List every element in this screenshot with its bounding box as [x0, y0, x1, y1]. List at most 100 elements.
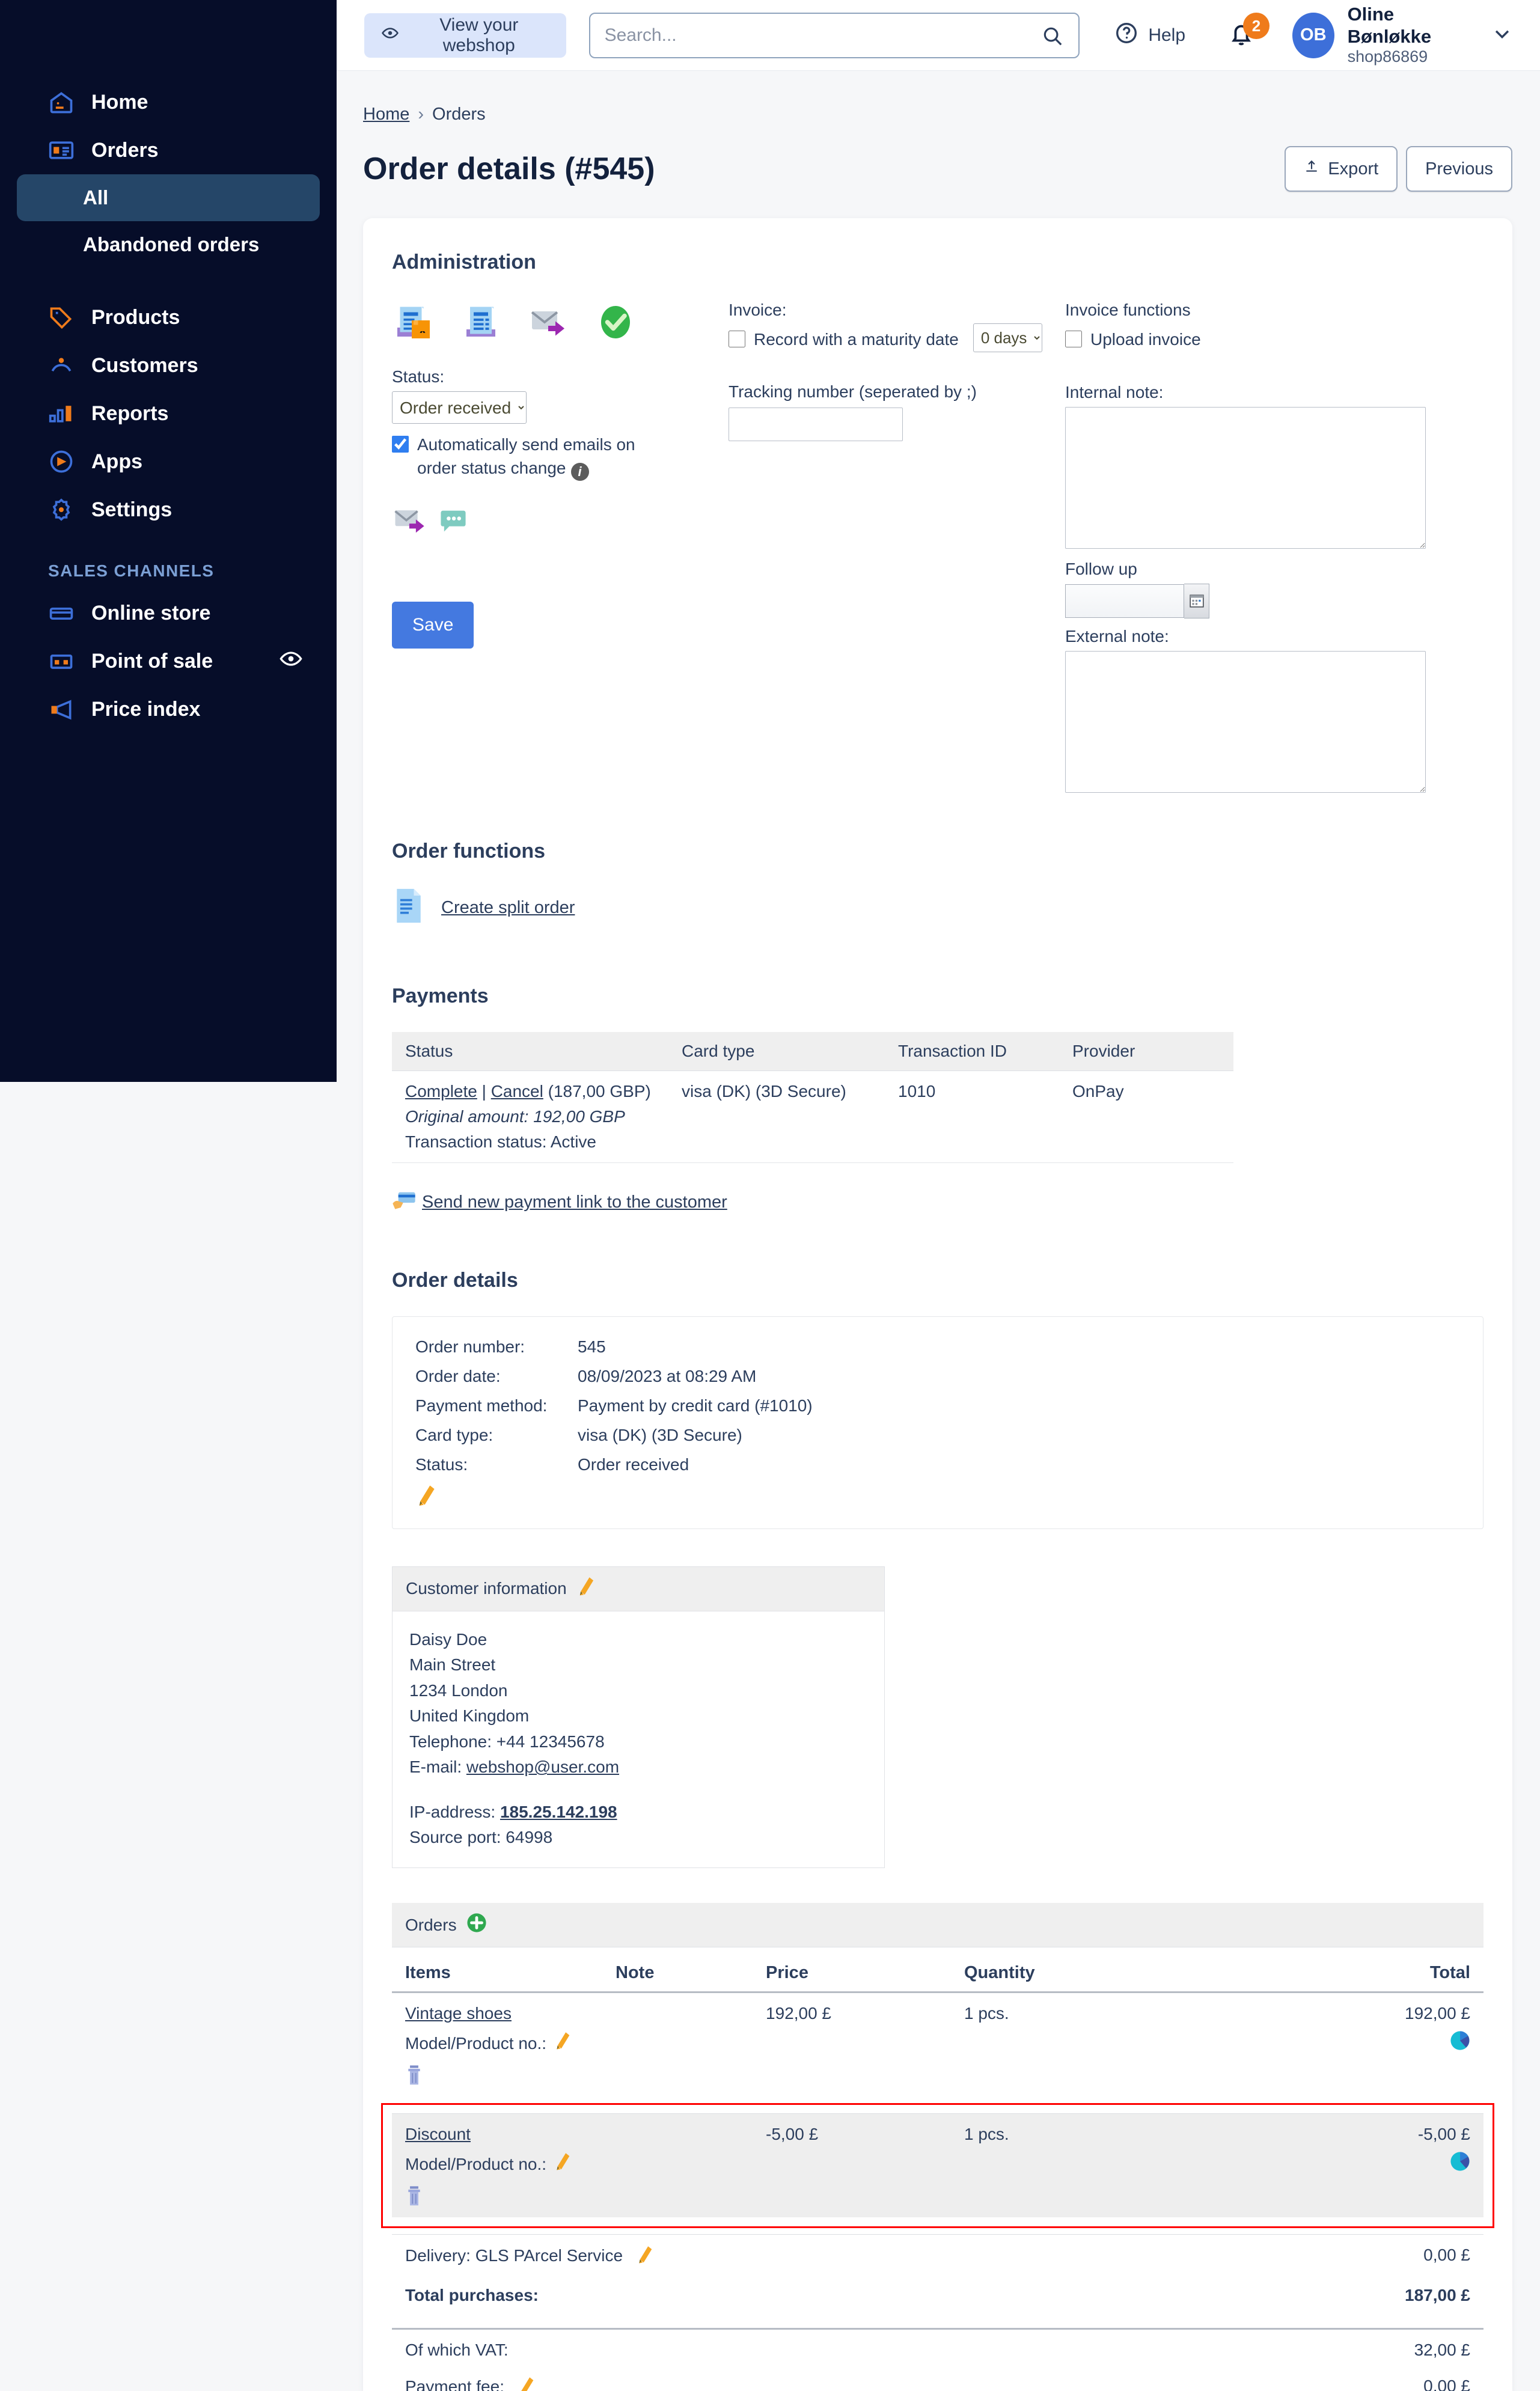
status-select[interactable]: Order received	[392, 391, 527, 424]
upload-invoice-checkbox[interactable]	[1065, 331, 1082, 347]
help-button[interactable]: Help	[1114, 21, 1185, 50]
send-payment-link[interactable]: Send new payment link to the customer	[422, 1192, 727, 1212]
sidebar-item-point-of-sale[interactable]: Point of sale	[17, 637, 320, 685]
top-bar: View your webshop Search... Help 2 OB Ol…	[337, 0, 1540, 71]
item-total-cell: -5,00 £	[1167, 2113, 1483, 2217]
administration-action-icons	[392, 301, 729, 347]
search-icon[interactable]	[1041, 25, 1064, 50]
customers-icon	[48, 352, 75, 379]
trash-icon[interactable]	[405, 2065, 426, 2089]
approve-icon[interactable]	[594, 301, 637, 347]
view-webshop-button[interactable]: View your webshop	[364, 13, 566, 58]
save-label: Save	[412, 614, 454, 635]
card-type-label: Card type:	[415, 1425, 493, 1444]
order-date-value: 08/09/2023 at 08:29 AM	[578, 1366, 757, 1385]
customer-ip-label: IP-address:	[409, 1802, 496, 1821]
sidebar-item-price-index[interactable]: Price index	[17, 685, 320, 733]
avatar[interactable]: OB	[1292, 12, 1334, 58]
sidebar-item-orders-all[interactable]: All	[17, 174, 320, 221]
internal-note-textarea[interactable]	[1065, 406, 1426, 549]
customer-information-title: Customer information	[406, 1579, 567, 1598]
follow-up-input[interactable]	[1065, 584, 1184, 618]
edit-customer-icon[interactable]	[576, 1577, 594, 1601]
packing-slip-icon[interactable]	[392, 301, 435, 347]
payments-col-transaction-id: Transaction ID	[885, 1031, 1059, 1071]
pie-chart-icon	[1450, 2152, 1470, 2171]
sidebar-item-online-store[interactable]: Online store	[17, 589, 320, 637]
delivery-row: Delivery: GLS PArcel Service 0,00 £	[392, 2235, 1483, 2276]
payments-transaction-id-cell: 1010	[885, 1070, 1059, 1163]
info-icon[interactable]: i	[570, 462, 589, 481]
sidebar-item-apps[interactable]: Apps	[17, 438, 320, 486]
complete-link[interactable]: Complete	[405, 1082, 477, 1101]
item-total-cell: 192,00 £	[1167, 1992, 1483, 2097]
calendar-icon[interactable]	[1184, 583, 1209, 618]
create-split-order-row[interactable]: Create split order	[392, 887, 1483, 929]
sidebar-item-settings[interactable]: Settings	[17, 486, 320, 534]
search-input[interactable]: Search...	[588, 12, 1080, 58]
record-maturity-row[interactable]: Record with a maturity date 0 days	[729, 323, 1065, 352]
sidebar-item-home[interactable]: Home	[17, 78, 320, 126]
edit-item-icon[interactable]	[554, 2152, 570, 2176]
cancel-link[interactable]: Cancel	[491, 1082, 543, 1101]
payment-amount: (187,00 GBP)	[548, 1081, 651, 1101]
order-number-value: 545	[578, 1337, 606, 1356]
item-name-link[interactable]: Discount	[405, 2125, 602, 2144]
payments-row: Complete | Cancel (187,00 GBP) Original …	[392, 1070, 1233, 1163]
order-items-table: Items Note Price Quantity Total Vintage …	[392, 1947, 1483, 2391]
edit-item-icon[interactable]	[554, 2032, 570, 2055]
edit-payment-fee-icon[interactable]	[518, 2377, 534, 2391]
item-name-link[interactable]: Vintage shoes	[405, 2004, 602, 2023]
edit-order-details-icon[interactable]	[415, 1485, 436, 1510]
save-button[interactable]: Save	[392, 601, 474, 649]
user-info[interactable]: Oline Bønløkke shop86869	[1348, 4, 1471, 67]
pie-chart-icon	[1450, 2031, 1470, 2050]
upload-invoice-row[interactable]: Upload invoice	[1065, 328, 1431, 352]
sidebar-item-reports[interactable]: Reports	[17, 389, 320, 438]
auto-email-checkbox-row[interactable]: Automatically send emails on order statu…	[392, 433, 729, 481]
item-model-label: Model/Product no.:	[405, 2033, 547, 2053]
create-split-order-link[interactable]: Create split order	[441, 898, 575, 918]
invoice-icon[interactable]	[459, 301, 503, 347]
sidebar-item-products[interactable]: Products	[17, 293, 320, 341]
sidebar-item-abandoned-orders[interactable]: Abandoned orders	[17, 221, 320, 268]
eye-icon[interactable]	[279, 647, 303, 676]
payments-header-row: Status Card type Transaction ID Provider	[392, 1031, 1233, 1071]
search-placeholder: Search...	[604, 25, 677, 45]
sms-icon[interactable]	[438, 505, 469, 540]
maturity-days-select[interactable]: 0 days	[973, 323, 1042, 352]
row-separator	[392, 2217, 1483, 2235]
customer-ip-row: IP-address: 185.25.142.198	[409, 1800, 867, 1825]
add-item-icon[interactable]	[466, 1913, 487, 1937]
tracking-number-input[interactable]	[729, 408, 903, 441]
item-profit-indicator[interactable]	[1181, 2151, 1470, 2172]
export-button[interactable]: Export	[1285, 146, 1398, 192]
sidebar-item-label: Orders	[91, 138, 159, 162]
tag-icon	[48, 304, 75, 331]
customer-ip-link[interactable]: 185.25.142.198	[500, 1803, 617, 1821]
sidebar-item-customers[interactable]: Customers	[17, 341, 320, 389]
external-note-textarea[interactable]	[1065, 650, 1426, 793]
send-payment-link-row[interactable]: Send new payment link to the customer	[392, 1189, 1483, 1216]
auto-email-checkbox[interactable]	[392, 436, 409, 453]
sidebar-item-label: Home	[91, 90, 148, 114]
notifications-button[interactable]: 2	[1227, 13, 1270, 50]
sidebar-item-orders[interactable]: Orders	[17, 126, 320, 174]
chevron-down-icon[interactable]	[1492, 23, 1512, 47]
edit-delivery-icon[interactable]	[636, 2246, 653, 2268]
invoice-functions-label: Invoice functions	[1065, 301, 1191, 319]
send-email-icon[interactable]	[527, 301, 570, 347]
customer-email-link[interactable]: webshop@user.com	[466, 1757, 619, 1776]
item-profit-indicator[interactable]	[1181, 2030, 1470, 2051]
send-email-icon-secondary[interactable]	[392, 501, 432, 544]
gear-icon	[48, 496, 75, 523]
breadcrumb-home[interactable]: Home	[363, 105, 409, 124]
order-card: Administration Status: Order received Au…	[363, 218, 1512, 2391]
trash-icon[interactable]	[405, 2185, 426, 2209]
sidebar-item-label: Customers	[91, 353, 198, 377]
previous-button[interactable]: Previous	[1406, 146, 1512, 192]
payment-fee-row: Payment fee: 0,00 £	[392, 2366, 1483, 2391]
customer-telephone: Telephone: +44 12345678	[409, 1732, 605, 1751]
order-date-label: Order date:	[415, 1366, 501, 1385]
record-maturity-checkbox[interactable]	[729, 331, 745, 347]
